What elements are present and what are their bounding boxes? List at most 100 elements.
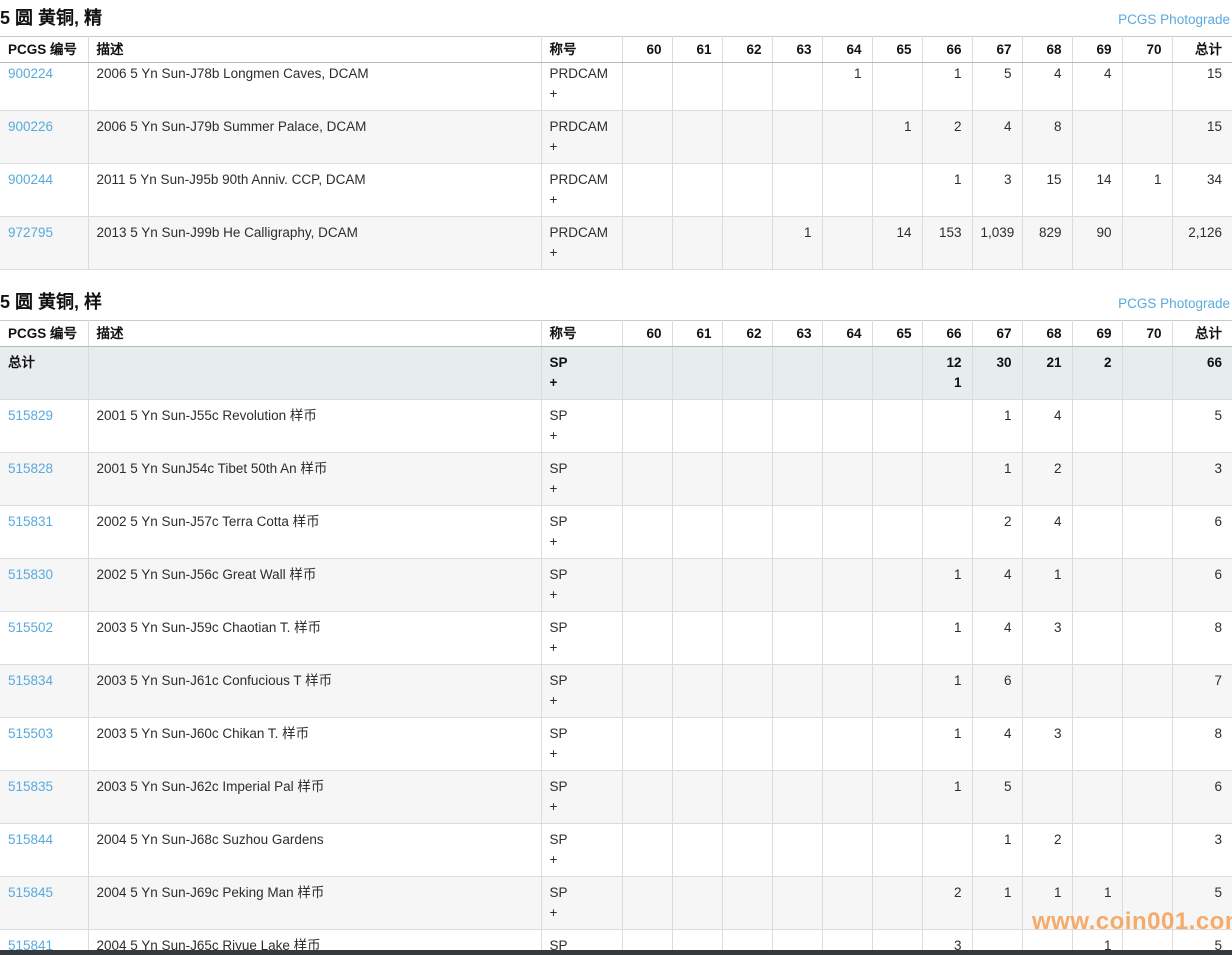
grade-68-count — [1022, 665, 1072, 718]
grade-65-count: 1 — [872, 111, 922, 164]
description-cell: 2004 5 Yn Sun-J69c Peking Man 样币 — [88, 877, 541, 930]
grade-62-count — [722, 771, 772, 824]
table-row: 5158312002 5 Yn Sun-J57c Terra Cotta 样币S… — [0, 506, 1232, 559]
designation-cell: SP + — [541, 400, 622, 453]
section-header: 5 圆 黄铜, 精PCGS Photograde — [0, 0, 1232, 36]
grade-69-count: 14 — [1072, 164, 1122, 217]
pcgs-number-cell: 515831 — [0, 506, 88, 559]
total-grade-66-count: 12 1 — [922, 347, 972, 400]
pcgs-number-cell: 972795 — [0, 217, 88, 270]
description-cell: 2003 5 Yn Sun-J61c Confucious T 样币 — [88, 665, 541, 718]
total-row-label: 总计 — [0, 347, 88, 400]
pcgs-number-link[interactable]: 515829 — [8, 408, 53, 423]
grade-62-count — [722, 111, 772, 164]
grade-62-count — [722, 718, 772, 771]
row-total: 15 — [1172, 111, 1232, 164]
grade-64-count — [822, 665, 872, 718]
photograde-link[interactable]: PCGS Photograde — [1118, 296, 1230, 311]
total-row-designation: SP + — [541, 347, 622, 400]
grade-61-count — [672, 771, 722, 824]
grade-67-count: 4 — [972, 111, 1022, 164]
pcgs-number-cell: 900224 — [0, 63, 88, 111]
pcgs-number-link[interactable]: 515503 — [8, 726, 53, 741]
grade-64-count — [822, 718, 872, 771]
grade-60-count — [622, 824, 672, 877]
grade-63-count — [772, 877, 822, 930]
grade-67-count: 4 — [972, 718, 1022, 771]
grade-62-count — [722, 824, 772, 877]
grade-63-count — [772, 559, 822, 612]
header-row: PCGS 编号描述称号6061626364656667686970总计 — [0, 321, 1232, 347]
pcgs-number-cell: 900244 — [0, 164, 88, 217]
grade-64-count — [822, 877, 872, 930]
grade-60-count — [622, 506, 672, 559]
designation-cell: SP + — [541, 665, 622, 718]
table-row: 9002442011 5 Yn Sun-J95b 90th Anniv. CCP… — [0, 164, 1232, 217]
designation-cell: SP + — [541, 612, 622, 665]
table-row: 5158352003 5 Yn Sun-J62c Imperial Pal 样币… — [0, 771, 1232, 824]
grade-65-count — [872, 612, 922, 665]
grade-69-count — [1072, 824, 1122, 877]
col-header-grade-66: 66 — [922, 321, 972, 347]
total-grade-67-count: 30 — [972, 347, 1022, 400]
grade-68-count: 829 — [1022, 217, 1072, 270]
col-header-grade-65: 65 — [872, 321, 922, 347]
grade-61-count — [672, 164, 722, 217]
grade-70-count — [1122, 718, 1172, 771]
grade-60-count — [622, 771, 672, 824]
pcgs-number-link[interactable]: 515834 — [8, 673, 53, 688]
grade-70-count — [1122, 217, 1172, 270]
population-table: PCGS 编号描述称号6061626364656667686970总计总计 SP … — [0, 320, 1232, 955]
pcgs-number-link[interactable]: 515502 — [8, 620, 53, 635]
pcgs-number-link[interactable]: 515844 — [8, 832, 53, 847]
pcgs-number-link[interactable]: 515845 — [8, 885, 53, 900]
pcgs-number-link[interactable]: 900244 — [8, 172, 53, 187]
grade-68-count: 4 — [1022, 506, 1072, 559]
grade-60-count — [622, 877, 672, 930]
row-total: 2,126 — [1172, 217, 1232, 270]
grade-62-count — [722, 453, 772, 506]
grade-65-count — [872, 164, 922, 217]
grade-61-count — [672, 718, 722, 771]
pcgs-number-link[interactable]: 515835 — [8, 779, 53, 794]
table-row: 5158302002 5 Yn Sun-J56c Great Wall 样币SP… — [0, 559, 1232, 612]
table-row: 515834 2003 5 Yn Sun-J61c Confucious T 样币… — [0, 665, 1232, 718]
grade-60-count — [622, 718, 672, 771]
grade-69-count: 1 — [1072, 877, 1122, 930]
row-total: 8 — [1172, 612, 1232, 665]
grade-70-count — [1122, 665, 1172, 718]
grade-62-count — [722, 63, 772, 111]
grade-63-count — [772, 111, 822, 164]
grade-65-count — [872, 824, 922, 877]
table-head: PCGS 编号描述称号6061626364656667686970总计 — [0, 321, 1232, 347]
grade-63-count — [772, 665, 822, 718]
grade-62-count — [722, 400, 772, 453]
population-table: PCGS 编号描述称号6061626364656667686970总计90022… — [0, 36, 1232, 270]
photograde-link[interactable]: PCGS Photograde — [1118, 12, 1230, 27]
pcgs-number-link[interactable]: 900224 — [8, 66, 53, 81]
grade-61-count — [672, 877, 722, 930]
report-sections: 5 圆 黄铜, 精PCGS PhotogradePCGS 编号描述称号60616… — [0, 0, 1232, 955]
grade-67-count: 2 — [972, 506, 1022, 559]
grade-67-count: 4 — [972, 559, 1022, 612]
description-cell: 2001 5 Yn SunJ54c Tibet 50th An 样币 — [88, 453, 541, 506]
grade-65-count — [872, 63, 922, 111]
grade-63-count — [772, 453, 822, 506]
pcgs-number-link[interactable]: 515830 — [8, 567, 53, 582]
total-grade-69-count: 2 — [1072, 347, 1122, 400]
col-header-grade-61: 61 — [672, 37, 722, 63]
pcgs-number-link[interactable]: 972795 — [8, 225, 53, 240]
grade-64-count — [822, 400, 872, 453]
pcgs-number-cell: 515844 — [0, 824, 88, 877]
col-header-grade-68: 68 — [1022, 321, 1072, 347]
designation-cell: SP + — [541, 877, 622, 930]
grade-64-count — [822, 453, 872, 506]
pcgs-number-link[interactable]: 515831 — [8, 514, 53, 529]
grade-65-count — [872, 718, 922, 771]
grade-69-count — [1072, 665, 1122, 718]
total-row-total: 66 — [1172, 347, 1232, 400]
pcgs-number-link[interactable]: 900226 — [8, 119, 53, 134]
pcgs-number-link[interactable]: 515828 — [8, 461, 53, 476]
row-total: 6 — [1172, 506, 1232, 559]
row-total: 15 — [1172, 63, 1232, 111]
